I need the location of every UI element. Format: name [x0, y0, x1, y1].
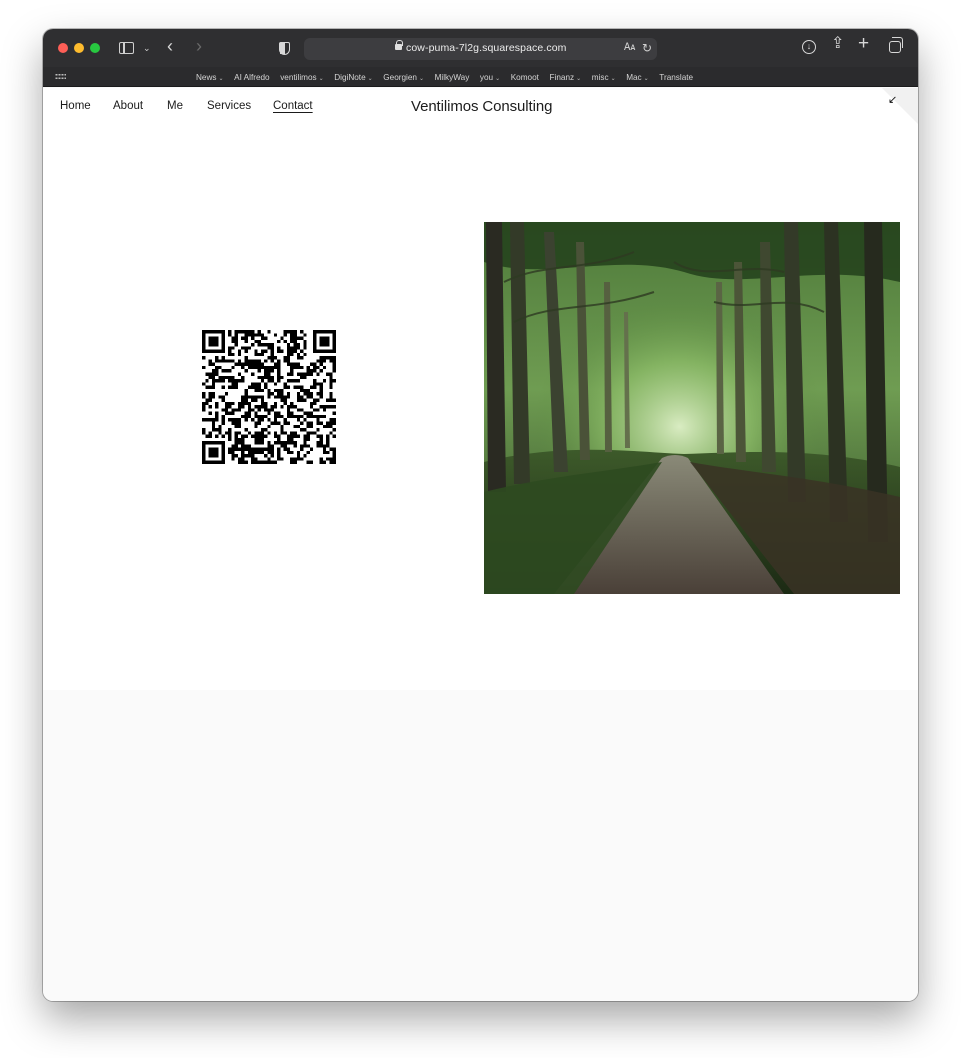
favorite-label: MilkyWay [434, 72, 470, 82]
qr-code-image [202, 330, 336, 464]
nav-link-me[interactable]: Me [167, 100, 207, 112]
favorite-label: Georgien [383, 72, 417, 82]
tab-overview-icon[interactable] [889, 37, 903, 53]
translate-icon[interactable]: 🗛 [624, 42, 635, 53]
new-tab-icon[interactable]: + [858, 34, 869, 53]
favorite-label: Komoot [510, 72, 539, 82]
nav-link-home[interactable]: Home [60, 100, 113, 112]
favorite-label: Translate [659, 72, 694, 82]
favorite-ai-alfredo[interactable]: AI Alfredo [234, 73, 270, 82]
address-bar[interactable]: cow-puma-7l2g.squarespace.com 🗛 ↻ [304, 38, 657, 60]
grid-icon[interactable] [55, 73, 66, 80]
favorite-label: Mac [626, 72, 642, 82]
chevron-down-icon: ⌄ [218, 75, 224, 82]
qr-finder-pattern [202, 441, 225, 464]
browser-toolbar: ⌄ ‹ › cow-puma-7l2g.squarespace.com 🗛 ↻ … [43, 29, 918, 67]
chevron-down-icon: ⌄ [610, 75, 616, 82]
chevron-down-icon: ⌄ [318, 75, 324, 82]
browser-window: ⌄ ‹ › cow-puma-7l2g.squarespace.com 🗛 ↻ … [43, 29, 918, 1001]
chevron-down-icon: ⌄ [576, 75, 582, 82]
favorite-label: misc [591, 72, 609, 82]
favorite-translate[interactable]: Translate [659, 73, 693, 82]
page-content: Home About Me Services Contact Ventilimo… [43, 88, 918, 690]
favorite-label: ventilimos [280, 72, 317, 82]
download-icon[interactable]: ↓ [802, 40, 816, 54]
chevron-down-icon: ⌄ [495, 75, 501, 82]
chevron-down-icon: ⌄ [418, 75, 424, 82]
favorite-georgien[interactable]: Georgien ⌄ [383, 73, 424, 82]
qr-finder-pattern [313, 330, 336, 353]
favorite-milkyway[interactable]: MilkyWay [435, 73, 470, 82]
forward-icon[interactable]: › [196, 37, 202, 55]
favorites-bar: News ⌄ AI Alfredo ventilimos ⌄ DigiNote ⌄ Georg… [43, 67, 918, 87]
chevron-down-icon[interactable]: ⌄ [143, 41, 151, 55]
favorite-label: News [196, 72, 217, 82]
back-icon[interactable]: ‹ [167, 37, 173, 55]
favorite-you[interactable]: you ⌄ [480, 73, 500, 82]
zoom-window-button[interactable] [90, 43, 100, 53]
favorite-diginote[interactable]: DigiNote ⌄ [334, 73, 372, 82]
exit-fullscreen-icon[interactable]: ↙ [888, 95, 897, 106]
web-page: Home About Me Services Contact Ventilimo… [43, 88, 918, 1001]
favorite-label: DigiNote [334, 72, 366, 82]
shield-icon[interactable] [279, 42, 290, 55]
chevron-down-icon: ⌄ [643, 75, 649, 82]
favorite-mac[interactable]: Mac ⌄ [626, 73, 649, 82]
favorite-label: Finanz [549, 72, 575, 82]
nav-link-services[interactable]: Services [207, 100, 273, 112]
favorites-list: News ⌄ AI Alfredo ventilimos ⌄ DigiNote ⌄ Georg… [196, 67, 704, 87]
favorite-misc[interactable]: misc ⌄ [592, 73, 616, 82]
favorite-komoot[interactable]: Komoot [511, 73, 539, 82]
share-icon[interactable]: ⇪ [831, 36, 844, 52]
favorite-ventilimos[interactable]: ventilimos ⌄ [280, 73, 323, 82]
site-title[interactable]: Ventilimos Consulting [411, 98, 552, 115]
forest-path-photo [484, 222, 900, 594]
reload-icon[interactable]: ↻ [642, 41, 652, 55]
chevron-down-icon: ⌄ [367, 75, 373, 82]
sidebar-icon[interactable] [119, 42, 134, 54]
nav-link-contact[interactable]: Contact [273, 100, 313, 112]
lock-icon [395, 40, 403, 50]
site-nav: Home About Me Services Contact [60, 100, 313, 112]
nav-link-about[interactable]: About [113, 100, 167, 112]
favorite-label: AI Alfredo [234, 72, 270, 82]
qr-finder-pattern [202, 330, 225, 353]
favorite-finanz[interactable]: Finanz ⌄ [550, 73, 582, 82]
url-text[interactable]: cow-puma-7l2g.squarespace.com [406, 42, 566, 54]
minimize-window-button[interactable] [74, 43, 84, 53]
favorite-label: you [479, 72, 494, 82]
favorite-news[interactable]: News ⌄ [196, 73, 224, 82]
close-window-button[interactable] [58, 43, 68, 53]
